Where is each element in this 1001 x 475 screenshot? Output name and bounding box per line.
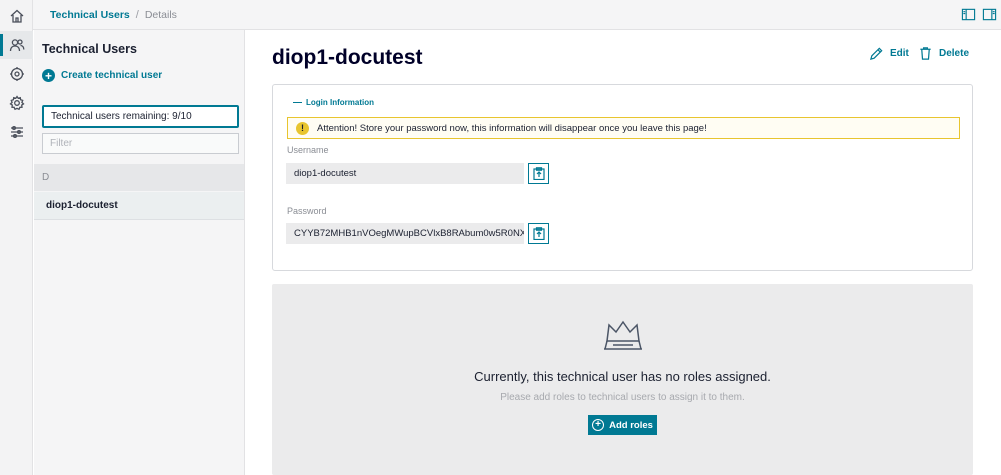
settings-icon	[8, 95, 25, 111]
login-information-tab[interactable]: Login Information	[293, 98, 374, 107]
clipboard-icon	[532, 227, 545, 240]
clipboard-icon	[532, 167, 545, 180]
page-title: diop1-docutest	[272, 46, 423, 69]
nav-filters[interactable]	[0, 118, 33, 146]
nav-rail	[0, 0, 33, 475]
warning-alert: ! Attention! Store your password now, th…	[287, 117, 960, 139]
create-technical-user-button[interactable]: + Create technical user	[42, 69, 162, 82]
users-icon	[9, 39, 24, 52]
collapse-dash-icon	[293, 102, 302, 103]
breadcrumb-separator: /	[135, 8, 139, 21]
create-technical-user-label: Create technical user	[61, 70, 163, 81]
nav-users[interactable]	[0, 31, 33, 59]
login-information-card: Login Information ! Attention! Store you…	[272, 84, 973, 271]
panel-left-icon[interactable]	[961, 7, 976, 22]
add-roles-button[interactable]: + Add roles	[588, 415, 657, 435]
pencil-icon	[869, 47, 883, 61]
users-remaining-field: Technical users remaining: 9/10	[42, 105, 239, 128]
empty-state-heading: Currently, this technical user has no ro…	[474, 369, 771, 384]
copy-password-button[interactable]	[528, 223, 549, 244]
copy-username-button[interactable]	[528, 163, 549, 184]
group-header: D	[34, 164, 244, 191]
password-label: Password	[287, 206, 327, 216]
layout-toggles	[961, 7, 997, 22]
warning-icon: !	[296, 121, 309, 135]
delete-button[interactable]: Delete	[918, 46, 969, 61]
login-information-label: Login Information	[306, 98, 374, 107]
panel-right-icon[interactable]	[982, 7, 997, 22]
edit-button[interactable]: Edit	[869, 46, 909, 61]
sidebar: Technical Users + Create technical user …	[34, 30, 245, 475]
nav-devices[interactable]	[0, 60, 33, 88]
home-icon	[10, 9, 23, 23]
breadcrumb-current: Details	[144, 8, 177, 21]
roles-empty-state: Currently, this technical user has no ro…	[272, 284, 973, 475]
list-item[interactable]: diop1-docutest	[34, 192, 244, 220]
nav-home[interactable]	[0, 2, 33, 30]
password-field[interactable]: CYYB72MHB1nVOegMWupBCVlxB8RAbum0w5R0NXW	[286, 223, 524, 244]
sliders-icon	[10, 125, 23, 139]
plus-circle-icon: +	[42, 69, 55, 82]
filter-input[interactable]	[42, 133, 239, 154]
top-bar: Technical Users / Details	[33, 0, 1001, 30]
username-label: Username	[287, 145, 329, 155]
crown-icon	[601, 319, 645, 358]
username-field[interactable]: diop1-docutest	[286, 163, 524, 184]
devices-icon	[9, 67, 24, 81]
edit-label: Edit	[890, 48, 909, 59]
breadcrumb-link[interactable]: Technical Users	[50, 9, 130, 21]
trash-icon	[920, 47, 931, 60]
warning-text: Attention! Store your password now, this…	[317, 122, 707, 134]
sidebar-title: Technical Users	[42, 42, 137, 56]
add-roles-label: Add roles	[609, 419, 653, 431]
plus-circle-icon: +	[592, 419, 605, 431]
empty-state-subtext: Please add roles to technical users to a…	[500, 392, 745, 403]
delete-label: Delete	[939, 48, 970, 59]
nav-settings[interactable]	[0, 89, 33, 117]
